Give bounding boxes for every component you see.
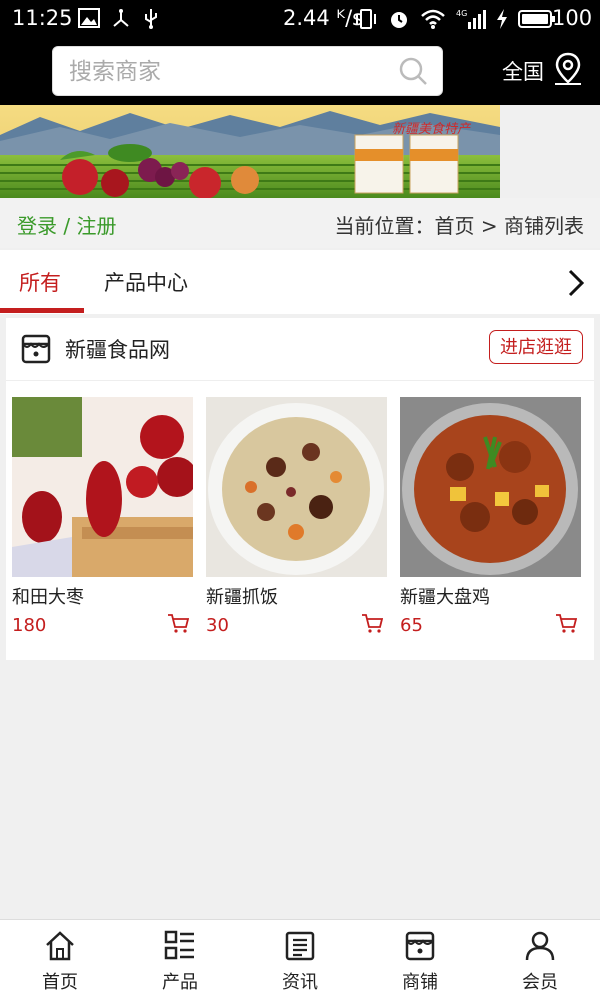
active-tab-indicator xyxy=(0,308,84,313)
app-header: 全国 xyxy=(0,40,600,105)
search-box[interactable] xyxy=(52,46,443,96)
nav-member[interactable]: 会员 xyxy=(480,920,600,1001)
news-icon xyxy=(285,931,315,961)
alarm-icon xyxy=(391,12,407,28)
nav-products-label: 产品 xyxy=(162,972,198,993)
banner-slogan: 新疆美食特产 xyxy=(392,122,471,137)
visit-shop-button[interactable]: 进店逛逛 xyxy=(489,330,583,364)
breadcrumb: 当前位置：首页 > 商铺列表 xyxy=(334,214,584,238)
cart-icon[interactable] xyxy=(555,613,577,633)
signal-icon: 4G xyxy=(456,9,486,29)
battery-level: 100 xyxy=(552,6,593,30)
home-icon xyxy=(46,931,74,961)
nav-home[interactable]: 首页 xyxy=(0,920,120,1001)
vibrate-icon xyxy=(356,9,376,29)
image-icon xyxy=(78,8,100,28)
product-name[interactable]: 新疆大盘鸡 xyxy=(400,583,581,609)
svg-text:4G: 4G xyxy=(456,9,467,18)
promo-banner[interactable]: 新疆美食特产 xyxy=(0,105,500,198)
login-separator: / xyxy=(57,214,77,238)
login-link[interactable]: 登录 xyxy=(17,214,57,238)
battery-icon xyxy=(518,10,555,28)
nav-home-label: 首页 xyxy=(42,972,78,993)
nav-news-label: 资讯 xyxy=(282,972,318,993)
product-price: 65 xyxy=(400,615,423,636)
cart-icon[interactable] xyxy=(361,613,383,633)
chevron-right-icon[interactable] xyxy=(564,268,588,298)
tab-bar: 所有 产品中心 xyxy=(0,250,600,314)
shop-card: 新疆食品网 进店逛逛 和田大枣 180 新疆抓饭 30 新疆大盘鸡 65 xyxy=(6,318,594,660)
wifi-icon xyxy=(421,9,445,29)
shop-name[interactable]: 新疆食品网 xyxy=(65,334,170,364)
product-card[interactable]: 新疆大盘鸡 65 xyxy=(400,397,581,636)
product-image[interactable] xyxy=(12,397,193,577)
status-time: 11:25 xyxy=(12,6,73,30)
product-name[interactable]: 新疆抓饭 xyxy=(206,583,387,609)
product-image[interactable] xyxy=(206,397,387,577)
product-price: 30 xyxy=(206,615,229,636)
tab-all[interactable]: 所有 xyxy=(19,267,61,297)
grid-list-icon xyxy=(164,930,194,960)
search-input[interactable] xyxy=(67,55,391,89)
search-icon[interactable] xyxy=(398,56,428,86)
status-bar: 11:25 2.44 ᴷ/s 4G 100 xyxy=(0,0,600,40)
nav-stores-label: 商铺 xyxy=(402,972,438,993)
nav-member-label: 会员 xyxy=(522,972,558,993)
product-name[interactable]: 和田大枣 xyxy=(12,583,193,609)
network-speed: 2.44 ᴷ/s xyxy=(283,6,364,30)
charging-icon xyxy=(497,9,507,29)
product-image[interactable] xyxy=(400,397,581,577)
product-card[interactable]: 和田大枣 180 xyxy=(12,397,193,636)
bottom-nav: 首页 产品 资讯 商铺 会员 xyxy=(0,919,600,1001)
usb-share-icon xyxy=(113,9,129,27)
breadcrumb-bar: 登录 / 注册 当前位置：首页 > 商铺列表 xyxy=(0,198,600,248)
nav-news[interactable]: 资讯 xyxy=(240,920,360,1001)
store-icon xyxy=(21,334,51,364)
region-selector[interactable]: 全国 xyxy=(502,56,544,86)
user-icon xyxy=(525,931,555,961)
usb-icon xyxy=(145,9,157,29)
store-icon xyxy=(405,931,435,961)
cart-icon[interactable] xyxy=(167,613,189,633)
location-icon[interactable] xyxy=(553,52,583,86)
product-card[interactable]: 新疆抓饭 30 xyxy=(206,397,387,636)
nav-products[interactable]: 产品 xyxy=(120,920,240,1001)
product-price: 180 xyxy=(12,615,47,636)
nav-stores[interactable]: 商铺 xyxy=(360,920,480,1001)
shop-header: 新疆食品网 进店逛逛 xyxy=(6,318,594,381)
tab-product-center[interactable]: 产品中心 xyxy=(104,267,188,297)
register-link[interactable]: 注册 xyxy=(76,214,116,238)
